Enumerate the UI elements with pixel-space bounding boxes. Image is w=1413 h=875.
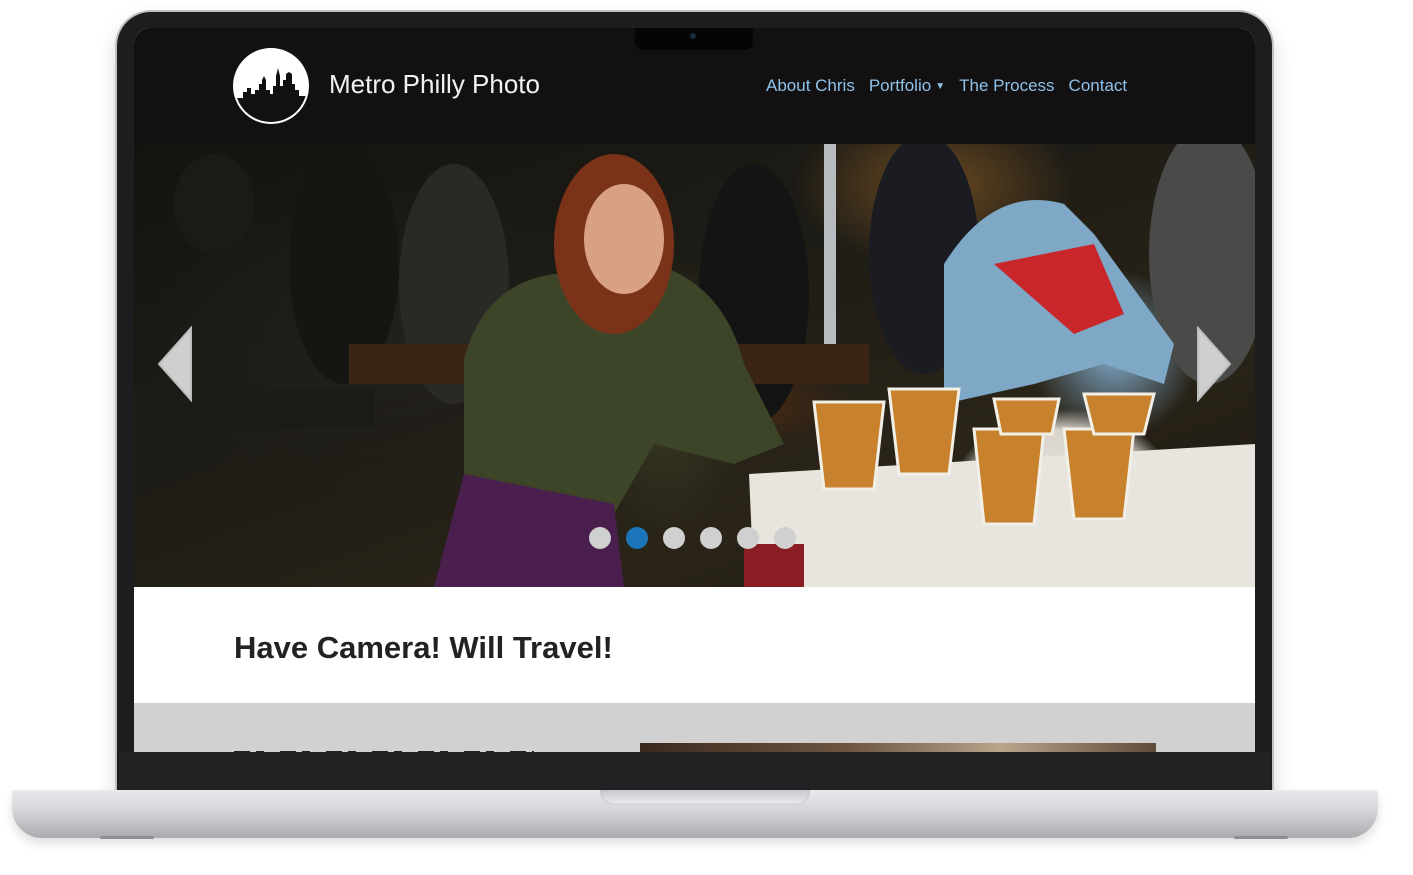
webcam-icon xyxy=(690,33,696,39)
nav-item-about-chris[interactable]: About Chris xyxy=(766,76,855,96)
browser-screen: Metro Philly Photo About Chris Portfolio… xyxy=(134,28,1255,752)
nav-item-label: About Chris xyxy=(766,76,855,95)
nav-item-contact[interactable]: Contact xyxy=(1069,76,1128,96)
camera-notch xyxy=(635,28,753,50)
laptop-foot xyxy=(1234,836,1288,839)
clipped-heading xyxy=(234,743,534,752)
slider-dot-3[interactable] xyxy=(663,527,685,549)
chevron-right-icon xyxy=(1197,326,1232,402)
laptop-foot xyxy=(100,836,154,839)
slider-dot-6[interactable] xyxy=(774,527,796,549)
slider-pagination xyxy=(589,527,796,549)
content-section-partial xyxy=(134,703,1255,752)
page-tagline: Have Camera! Will Travel! xyxy=(234,630,613,665)
nav-item-the-process[interactable]: The Process xyxy=(959,76,1054,96)
slider-dot-5[interactable] xyxy=(737,527,759,549)
hero-slider xyxy=(134,144,1255,587)
nav-item-label: Portfolio xyxy=(868,76,932,95)
nav-item-label: Contact xyxy=(1068,76,1128,95)
chevron-left-icon xyxy=(157,326,192,402)
nav-item-label: The Process xyxy=(959,76,1055,95)
laptop-bezel-bottom xyxy=(119,752,1270,792)
clipped-image xyxy=(640,743,1156,752)
slider-dot-1[interactable] xyxy=(589,527,611,549)
slider-prev-button[interactable] xyxy=(155,326,195,402)
tagline-section: Have Camera! Will Travel! xyxy=(134,587,1255,703)
slider-dot-4[interactable] xyxy=(700,527,722,549)
caret-down-icon: ▼ xyxy=(935,80,946,92)
site-title[interactable]: Metro Philly Photo xyxy=(329,69,540,100)
nav-item-portfolio[interactable]: Portfolio ▼ xyxy=(869,76,945,96)
slider-dot-2-active[interactable] xyxy=(626,527,648,549)
hero-photo xyxy=(134,144,1255,587)
laptop-opening-groove xyxy=(600,790,810,805)
laptop-base xyxy=(12,790,1378,839)
main-nav: About Chris Portfolio ▼ The Process Cont… xyxy=(766,76,1141,96)
slider-next-button[interactable] xyxy=(1194,326,1234,402)
philadelphia-skyline-logo-icon[interactable] xyxy=(235,50,307,122)
